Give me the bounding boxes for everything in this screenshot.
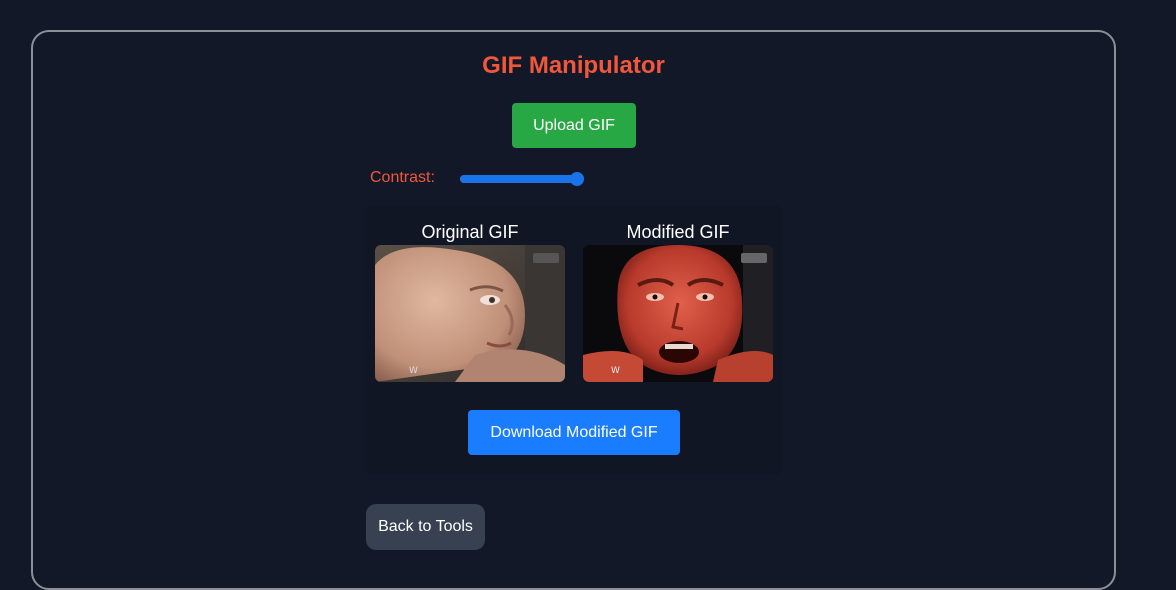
modified-gif-caption: Modified GIF bbox=[626, 222, 730, 242]
slider-fill bbox=[460, 175, 577, 183]
svg-text:W: W bbox=[409, 366, 418, 376]
preview-panel: Original GIF W Modified GIF W Download M… bbox=[364, 205, 782, 475]
original-gif-column: Original GIF W bbox=[375, 219, 565, 382]
slider-thumb[interactable] bbox=[570, 172, 584, 186]
upload-gif-button[interactable]: Upload GIF bbox=[512, 103, 636, 148]
back-to-tools-button[interactable]: Back to Tools bbox=[366, 504, 485, 550]
modified-gif-image: W bbox=[583, 245, 773, 382]
contrast-label: Contrast: bbox=[370, 169, 435, 186]
modified-gif-column: Modified GIF W bbox=[583, 219, 773, 382]
svg-text:W: W bbox=[611, 366, 620, 376]
page-title: GIF Manipulator bbox=[482, 52, 665, 79]
download-modified-gif-button[interactable]: Download Modified GIF bbox=[468, 410, 680, 455]
original-gif-image: W bbox=[375, 245, 565, 382]
original-gif-caption: Original GIF bbox=[421, 222, 519, 242]
contrast-slider[interactable] bbox=[460, 172, 584, 186]
